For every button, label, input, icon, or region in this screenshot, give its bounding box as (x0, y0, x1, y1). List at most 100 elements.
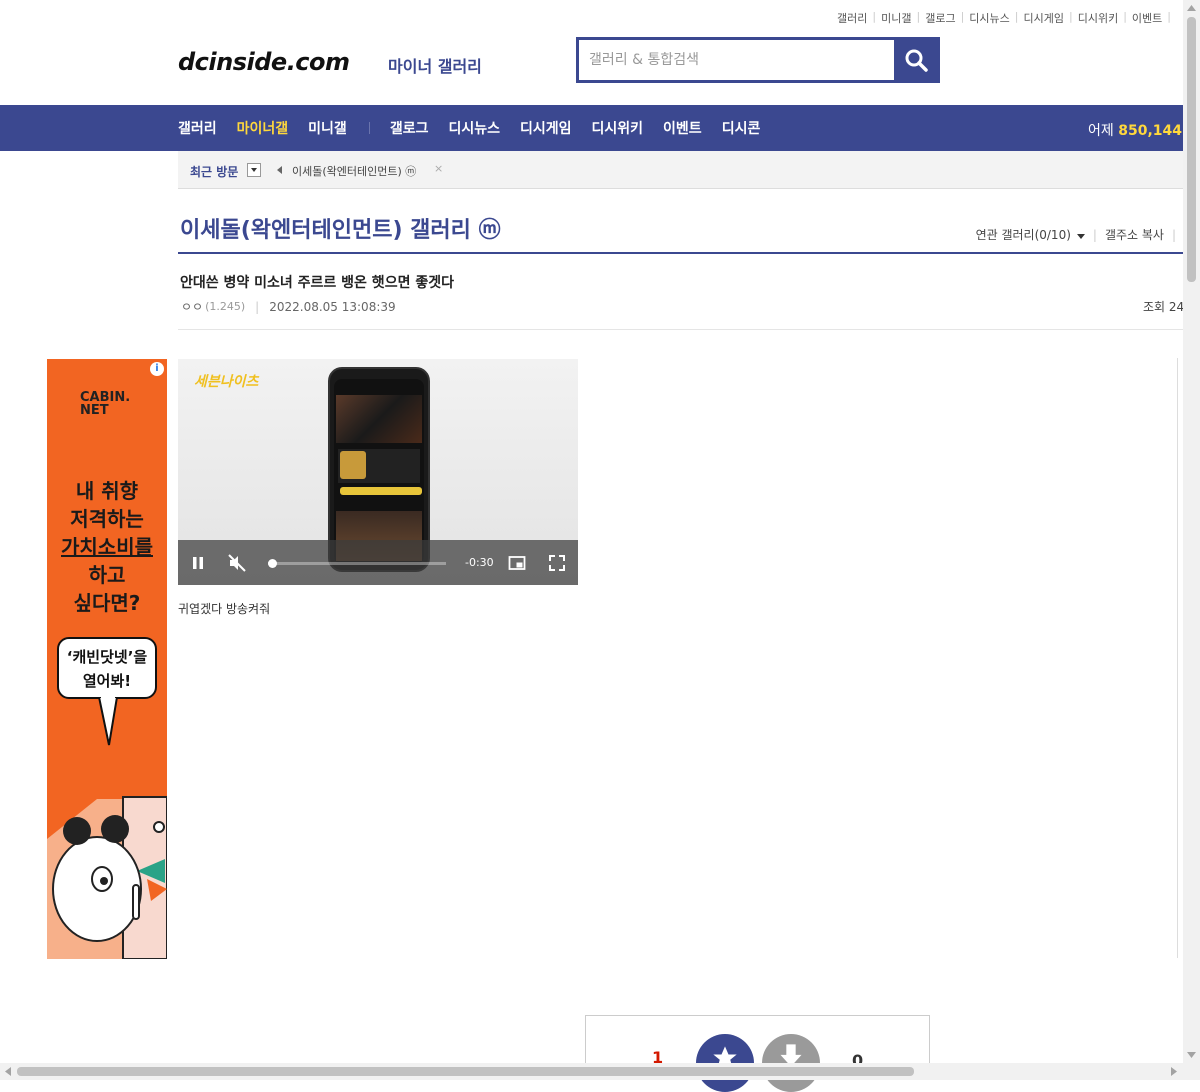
yesterday-label: 어제 (1088, 123, 1114, 139)
ad-info-icon[interactable]: i (150, 362, 164, 376)
ad-copy-line: 가치소비를 (47, 533, 167, 561)
related-gallery-label: 연관 갤러리(0/10) (976, 228, 1071, 242)
fullscreen-icon[interactable] (548, 554, 566, 572)
recent-close-icon[interactable]: × (434, 162, 443, 175)
video-controls: -0:30 (178, 540, 578, 585)
top-link[interactable]: 디시뉴스 (969, 10, 1009, 26)
nav-item[interactable]: 디시게임 (520, 118, 572, 138)
minor-gallery-icon: ⓜ (479, 218, 501, 243)
divider: | (255, 300, 259, 314)
nav-item[interactable]: 디시위키 (592, 118, 644, 138)
top-link[interactable]: 디시게임 (1024, 10, 1064, 26)
post-ip: (1.245) (205, 300, 245, 313)
scroll-down-icon[interactable] (1187, 1052, 1196, 1058)
nav-item[interactable]: 갤로그 (390, 118, 429, 138)
post-views: 조회 24 (1143, 298, 1184, 315)
scroll-left-icon[interactable] (5, 1067, 11, 1076)
screen-app-icon (340, 451, 366, 479)
gallery-title-text: 이세돌(왁엔터테인먼트) 갤러리 (180, 218, 471, 243)
top-link[interactable]: 갤러리 (837, 10, 867, 26)
post-title: 안대쓴 병약 미소녀 주르르 뱅온 햇으면 좋겟다 (180, 272, 454, 292)
post-author[interactable]: ㅇㅇ (181, 298, 203, 315)
video-time: -0:30 (465, 556, 494, 569)
recent-gallery-name: 이세돌(왁엔터테인먼트) (292, 165, 402, 178)
recent-visit-bar: 최근 방문 이세돌(왁엔터테인먼트) ⓜ × (178, 151, 1184, 189)
prev-arrow-icon[interactable] (277, 166, 282, 174)
post-date: 2022.08.05 13:08:39 (269, 300, 395, 314)
vertical-scroll-thumb[interactable] (1187, 17, 1196, 282)
ad-copy-line: 하고 (47, 561, 167, 589)
ad-banner[interactable]: i CABIN. NET 내 취향 저격하는 가치소비를 하고 싶다면? ‘캐빈… (47, 359, 167, 959)
post-header-line (178, 329, 1184, 330)
search-input[interactable] (579, 40, 894, 80)
pause-icon[interactable] (189, 554, 207, 572)
ad-copy-line: 내 취향 (47, 477, 167, 505)
ad-copy-line: 저격하는 (47, 505, 167, 533)
nav-item[interactable]: 미니갤 (308, 118, 347, 138)
nav-item[interactable]: 이벤트 (663, 118, 702, 138)
related-gallery-button[interactable]: 연관 갤러리(0/10) (976, 226, 1085, 243)
search-box (576, 37, 940, 83)
nav-item[interactable]: 디시뉴스 (448, 118, 500, 138)
yesterday-value: 850,144 (1118, 123, 1182, 139)
minor-badge-icon: ⓜ (405, 165, 416, 178)
scroll-up-icon[interactable] (1187, 5, 1196, 11)
ad-brand-line: NET (80, 404, 130, 417)
video-progress-track[interactable] (268, 562, 446, 565)
caret-down-icon (1077, 234, 1085, 239)
vertical-scrollbar[interactable] (1183, 0, 1200, 1080)
top-link[interactable]: 이벤트 (1132, 10, 1162, 26)
recent-dropdown-button[interactable] (247, 163, 261, 177)
divider: | (1069, 10, 1073, 26)
nav-item[interactable]: 갤러리 (178, 118, 217, 138)
logo-subtitle[interactable]: 마이너 갤러리 (388, 53, 482, 77)
screen-banner (336, 395, 422, 443)
video-player[interactable]: 세븐나이츠 -0:30 (178, 359, 578, 585)
horizontal-scroll-thumb[interactable] (17, 1067, 914, 1076)
gallery-tools: 연관 갤러리(0/10) | 갤주소 복사 | (976, 226, 1184, 243)
horizontal-scrollbar[interactable] (0, 1063, 1183, 1080)
ad-speech-bubble: ‘캐빈닷넷’을 열어봐! (57, 637, 157, 699)
ad-bubble-line: 열어봐! (59, 669, 155, 693)
ad-character-illustration (47, 779, 167, 959)
top-link[interactable]: 갤로그 (925, 10, 955, 26)
divider: | (961, 10, 965, 26)
ad-bubble-line: ‘캐빈닷넷’을 (59, 645, 155, 669)
gallery-title[interactable]: 이세돌(왁엔터테인먼트) 갤러리 ⓜ (180, 212, 501, 244)
divider: | (1172, 228, 1176, 242)
ad-copy-line: 싶다면? (47, 589, 167, 617)
top-links: 갤러리|미니갤|갤로그|디시뉴스|디시게임|디시위키|이벤트| (837, 10, 1176, 26)
nav-item[interactable]: 디시콘 (722, 118, 761, 138)
top-link[interactable]: 디시위키 (1078, 10, 1118, 26)
picture-in-picture-icon[interactable] (508, 554, 526, 572)
search-icon (904, 48, 928, 72)
post-body: 귀엽겠다 방송켜줘 (178, 600, 270, 617)
yesterday-count: 어제 850,144 (1088, 120, 1182, 140)
recent-visit-label[interactable]: 최근 방문 (190, 163, 238, 180)
nav-item[interactable]: 마이너갤 (237, 118, 289, 138)
scroll-right-icon[interactable] (1171, 1067, 1177, 1076)
divider: | (1093, 228, 1097, 242)
video-game-logo: 세븐나이츠 (194, 371, 258, 391)
site-logo[interactable]: dcinside.com (178, 48, 350, 76)
post-meta: ㅇㅇ (1.245) | 2022.08.05 13:08:39 (181, 298, 396, 315)
main-nav: 갤러리 마이너갤 미니갤 갤로그 디시뉴스 디시게임 디시위키 이벤트 디시콘 어제 850,1… (0, 105, 1184, 151)
copy-address-button[interactable]: 갤주소 복사 (1105, 226, 1164, 243)
search-button[interactable] (894, 40, 937, 80)
screen-download-button (340, 487, 422, 495)
nav-items: 갤러리 마이너갤 미니갤 갤로그 디시뉴스 디시게임 디시위키 이벤트 디시콘 (178, 105, 780, 151)
divider: | (916, 10, 920, 26)
top-link[interactable]: 미니갤 (881, 10, 911, 26)
recent-gallery-link[interactable]: 이세돌(왁엔터테인먼트) ⓜ (292, 163, 416, 179)
ad-brand: CABIN. NET (80, 391, 130, 417)
divider: | (1123, 10, 1127, 26)
phone-screen (334, 379, 424, 564)
ad-bubble-tail-icon (97, 697, 121, 747)
divider: | (1015, 10, 1019, 26)
mute-icon[interactable] (228, 554, 246, 572)
divider: | (1167, 10, 1171, 26)
ad-copy: 내 취향 저격하는 가치소비를 하고 싶다면? (47, 477, 167, 617)
video-progress-thumb[interactable] (268, 559, 277, 568)
gallery-header-line (178, 252, 1184, 254)
divider: | (872, 10, 876, 26)
